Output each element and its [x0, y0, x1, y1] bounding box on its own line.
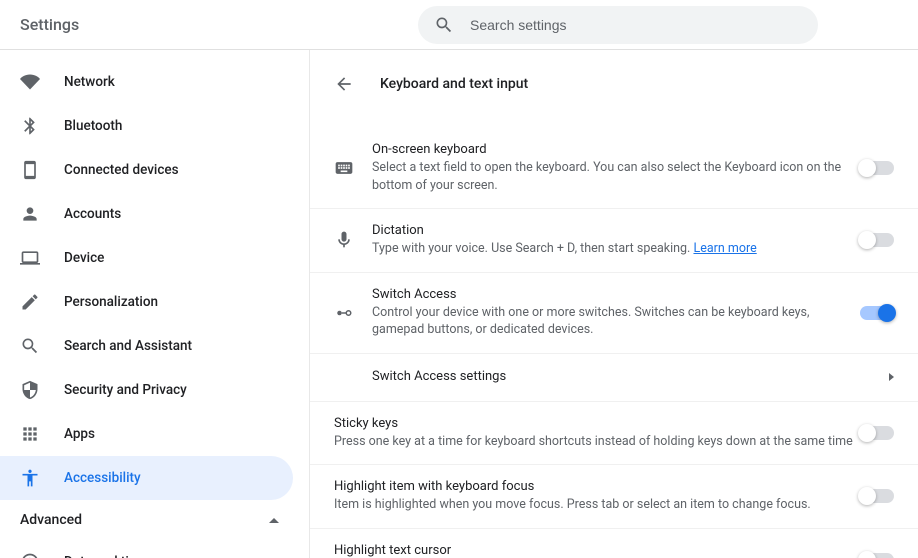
shield-icon: [20, 380, 40, 400]
advanced-toggle[interactable]: Advanced: [0, 500, 309, 540]
sidebar-item-search-assistant[interactable]: Search and Assistant: [0, 324, 293, 368]
toggle-highlight-focus[interactable]: [860, 489, 894, 503]
toggle-onscreen-keyboard[interactable]: [860, 161, 894, 175]
search-icon: [434, 15, 454, 35]
content-panel: Keyboard and text input On-screen keyboa…: [310, 50, 918, 558]
sidebar-item-label: Accessibility: [64, 470, 141, 486]
toggle-dictation[interactable]: [860, 233, 894, 247]
setting-desc: Press one key at a time for keyboard sho…: [334, 433, 860, 451]
sidebar-item-label: Apps: [64, 426, 95, 442]
page-title: Keyboard and text input: [380, 76, 528, 92]
setting-onscreen-keyboard: On-screen keyboard Select a text field t…: [310, 128, 918, 209]
sidebar-item-label: Bluetooth: [64, 118, 122, 134]
keyboard-icon: [334, 158, 354, 178]
apps-icon: [20, 424, 40, 444]
content-header: Keyboard and text input: [310, 60, 918, 108]
edit-icon: [20, 292, 40, 312]
link-label: Switch Access settings: [372, 369, 889, 384]
sidebar-item-bluetooth[interactable]: Bluetooth: [0, 104, 293, 148]
setting-highlight-cursor: Highlight text cursor Cursor is highligh…: [310, 529, 918, 558]
setting-sticky-keys: Sticky keys Press one key at a time for …: [310, 402, 918, 466]
toggle-highlight-cursor[interactable]: [860, 553, 894, 558]
chevron-right-icon: [889, 373, 894, 381]
sidebar-item-label: Security and Privacy: [64, 382, 187, 398]
sidebar-item-accessibility[interactable]: Accessibility: [0, 456, 293, 500]
setting-title: Highlight item with keyboard focus: [334, 479, 860, 494]
search-input[interactable]: [470, 17, 802, 33]
setting-title: Highlight text cursor: [334, 543, 860, 558]
accessibility-icon: [20, 468, 40, 488]
sidebar-item-device[interactable]: Device: [0, 236, 293, 280]
advanced-label: Advanced: [20, 512, 82, 528]
mic-icon: [334, 230, 354, 250]
person-icon: [20, 204, 40, 224]
sidebar-item-accounts[interactable]: Accounts: [0, 192, 293, 236]
wifi-icon: [20, 72, 40, 92]
sidebar-item-date-time[interactable]: Date and time: [0, 540, 293, 558]
setting-highlight-focus: Highlight item with keyboard focus Item …: [310, 465, 918, 529]
learn-more-link[interactable]: Learn more: [693, 241, 756, 256]
sidebar-item-label: Network: [64, 74, 115, 90]
phone-icon: [20, 160, 40, 180]
setting-title: On-screen keyboard: [372, 142, 860, 157]
setting-switch-access: Switch Access Control your device with o…: [310, 273, 918, 354]
search-bar[interactable]: [418, 6, 818, 44]
sidebar-item-label: Search and Assistant: [64, 338, 192, 354]
setting-desc: Select a text field to open the keyboard…: [372, 159, 860, 194]
search-icon: [20, 336, 40, 356]
switch-icon: [334, 303, 354, 323]
sidebar-item-security-privacy[interactable]: Security and Privacy: [0, 368, 293, 412]
sidebar-item-label: Personalization: [64, 294, 158, 310]
setting-title: Switch Access: [372, 287, 860, 302]
setting-dictation: Dictation Type with your voice. Use Sear…: [310, 209, 918, 273]
chevron-up-icon: [269, 518, 279, 523]
setting-title: Sticky keys: [334, 416, 860, 431]
laptop-icon: [20, 248, 40, 268]
setting-title: Dictation: [372, 223, 860, 238]
app-title: Settings: [20, 15, 79, 34]
sidebar-item-label: Accounts: [64, 206, 121, 222]
sidebar-item-label: Date and time: [64, 554, 148, 558]
switch-access-settings-link[interactable]: Switch Access settings: [310, 354, 918, 402]
setting-desc: Type with your voice. Use Search + D, th…: [372, 240, 860, 258]
sidebar-item-apps[interactable]: Apps: [0, 412, 293, 456]
setting-desc: Item is highlighted when you move focus.…: [334, 496, 860, 514]
sidebar-item-label: Device: [64, 250, 104, 266]
sidebar-item-personalization[interactable]: Personalization: [0, 280, 293, 324]
setting-desc: Control your device with one or more swi…: [372, 304, 860, 339]
app-header: Settings: [0, 0, 918, 50]
toggle-switch-access[interactable]: [860, 306, 894, 320]
sidebar-item-connected-devices[interactable]: Connected devices: [0, 148, 293, 192]
clock-icon: [20, 552, 40, 558]
sidebar-item-label: Connected devices: [64, 162, 179, 178]
sidebar: Network Bluetooth Connected devices Acco…: [0, 50, 310, 558]
back-button[interactable]: [334, 74, 354, 94]
toggle-sticky-keys[interactable]: [860, 426, 894, 440]
sidebar-item-network[interactable]: Network: [0, 60, 293, 104]
bluetooth-icon: [20, 116, 40, 136]
